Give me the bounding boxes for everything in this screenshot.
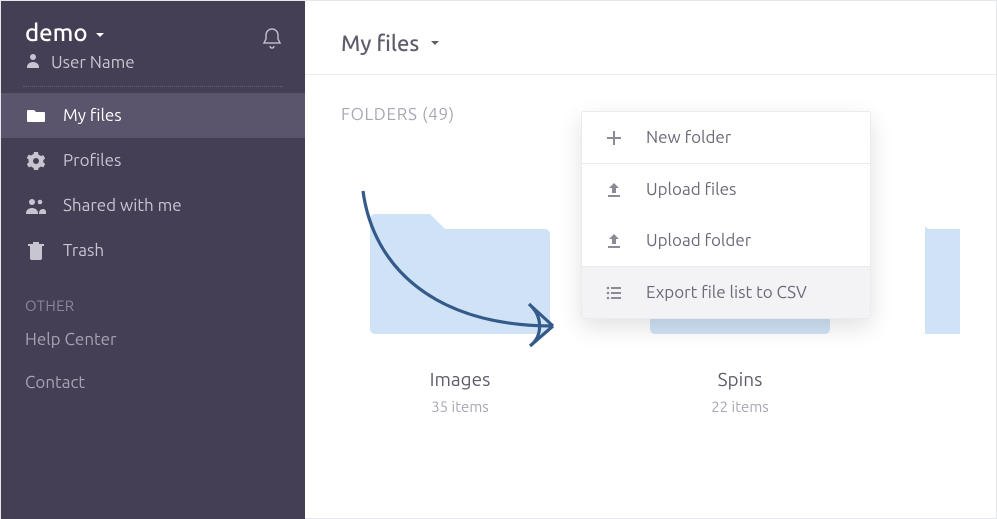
sidebar-item-label: Profiles bbox=[63, 151, 121, 170]
caret-down-icon bbox=[429, 36, 441, 52]
sidebar-item-profiles[interactable]: Profiles bbox=[1, 138, 305, 183]
context-menu: New folder Upload files Upload folder Ex… bbox=[581, 111, 871, 319]
divider bbox=[23, 86, 283, 87]
menu-item-label: Export file list to CSV bbox=[646, 283, 807, 302]
folder-items: 35 items bbox=[431, 398, 489, 415]
people-icon bbox=[25, 198, 47, 214]
gear-icon bbox=[25, 152, 47, 170]
sidebar-section-label: OTHER bbox=[1, 273, 305, 318]
upload-icon bbox=[604, 182, 624, 198]
sidebar-nav: My files Profiles Shared with me Trash bbox=[1, 93, 305, 273]
upload-icon bbox=[604, 233, 624, 249]
folder-icon bbox=[925, 184, 960, 354]
menu-item-label: New folder bbox=[646, 128, 731, 147]
user-name: User Name bbox=[51, 53, 135, 72]
folder-items: 22 items bbox=[711, 398, 769, 415]
notifications-button[interactable] bbox=[261, 27, 283, 55]
menu-item-upload-files[interactable]: Upload files bbox=[582, 164, 870, 215]
trash-icon bbox=[25, 242, 47, 260]
sidebar: demo User Name My files bbox=[1, 1, 305, 519]
sidebar-item-label: Shared with me bbox=[63, 196, 182, 215]
folder-icon bbox=[25, 108, 47, 124]
menu-item-new-folder[interactable]: New folder bbox=[582, 112, 870, 163]
sidebar-brand: demo User Name bbox=[25, 19, 135, 72]
menu-item-label: Upload folder bbox=[646, 231, 751, 250]
sidebar-item-my-files[interactable]: My files bbox=[1, 93, 305, 138]
folder-icon bbox=[365, 184, 555, 354]
plus-icon bbox=[604, 130, 624, 146]
sidebar-item-help-center[interactable]: Help Center bbox=[1, 318, 305, 361]
caret-down-icon bbox=[94, 19, 106, 46]
breadcrumb-title: My files bbox=[341, 31, 419, 56]
folder-card[interactable] bbox=[925, 184, 960, 415]
sidebar-item-contact[interactable]: Contact bbox=[1, 361, 305, 404]
sidebar-item-shared-with-me[interactable]: Shared with me bbox=[1, 183, 305, 228]
menu-item-upload-folder[interactable]: Upload folder bbox=[582, 215, 870, 266]
sidebar-item-trash[interactable]: Trash bbox=[1, 228, 305, 273]
folder-name: Images bbox=[430, 368, 491, 390]
current-user[interactable]: User Name bbox=[25, 52, 135, 72]
list-icon bbox=[604, 285, 624, 301]
breadcrumb[interactable]: My files bbox=[305, 1, 996, 75]
menu-item-export-csv[interactable]: Export file list to CSV bbox=[582, 267, 870, 318]
workspace-name: demo bbox=[25, 19, 88, 46]
sidebar-item-label: My files bbox=[63, 106, 122, 125]
folder-card[interactable]: Images 35 items bbox=[365, 184, 555, 415]
folder-name: Spins bbox=[718, 368, 763, 390]
sidebar-header: demo User Name bbox=[1, 1, 305, 86]
menu-item-label: Upload files bbox=[646, 180, 736, 199]
user-icon bbox=[25, 52, 41, 72]
sidebar-item-label: Trash bbox=[63, 241, 104, 260]
workspace-switcher[interactable]: demo bbox=[25, 19, 135, 46]
